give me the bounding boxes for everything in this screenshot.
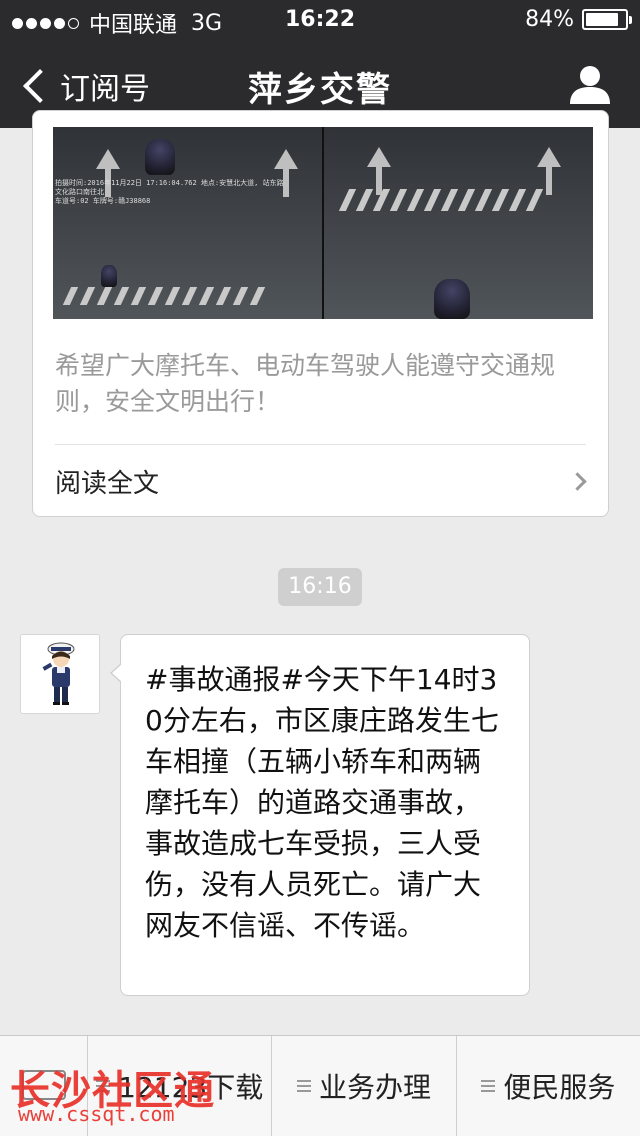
divider xyxy=(55,444,586,445)
article-photos: 拍摄时间:2016年11月22日 17:16:04.762 地点:安慧北大道, … xyxy=(53,127,593,319)
message-timestamp: 16:16 xyxy=(278,568,362,606)
watermark-url: www.cssqt.com xyxy=(18,1102,175,1126)
menu-item-services[interactable]: 便民服务 xyxy=(457,1036,640,1136)
traffic-camera-photo-left: 拍摄时间:2016年11月22日 17:16:04.762 地点:安慧北大道, … xyxy=(53,127,322,319)
page-title: 萍乡交警 xyxy=(248,70,392,110)
message-bubble[interactable]: #事故通报#今天下午14时30分左右，市区康庄路发生七车相撞（五辆小轿车和两辆摩… xyxy=(110,634,530,996)
menu-lines-icon xyxy=(296,1080,311,1092)
menu-item-label: 业务办理 xyxy=(318,1071,431,1104)
read-full-article-link[interactable]: 阅读全文 xyxy=(55,456,590,506)
traffic-camera-photo-right xyxy=(324,127,593,319)
photo-timestamp: 拍摄时间:2016年11月22日 17:16:04.762 地点:安慧北大道, … xyxy=(55,179,284,205)
status-right: 84% xyxy=(525,7,632,32)
status-bar: 中国联通 3G 16:22 84% xyxy=(0,0,640,40)
battery-percent: 84% xyxy=(525,7,574,32)
menu-item-label: 便民服务 xyxy=(503,1071,616,1104)
menu-item-business[interactable]: 业务办理 xyxy=(272,1036,457,1136)
person-icon[interactable] xyxy=(568,62,612,106)
account-avatar[interactable] xyxy=(20,634,100,714)
chevron-right-icon xyxy=(568,471,587,491)
battery-icon xyxy=(582,9,632,30)
article-summary: 希望广大摩托车、电动车驾驶人能遵守交通规则，安全文明出行！ xyxy=(55,351,556,416)
menu-lines-icon xyxy=(481,1080,496,1092)
read-more-label: 阅读全文 xyxy=(55,468,160,499)
article-card[interactable]: 拍摄时间:2016年11月22日 17:16:04.762 地点:安慧北大道, … xyxy=(32,110,609,517)
battery-fill xyxy=(586,13,618,26)
